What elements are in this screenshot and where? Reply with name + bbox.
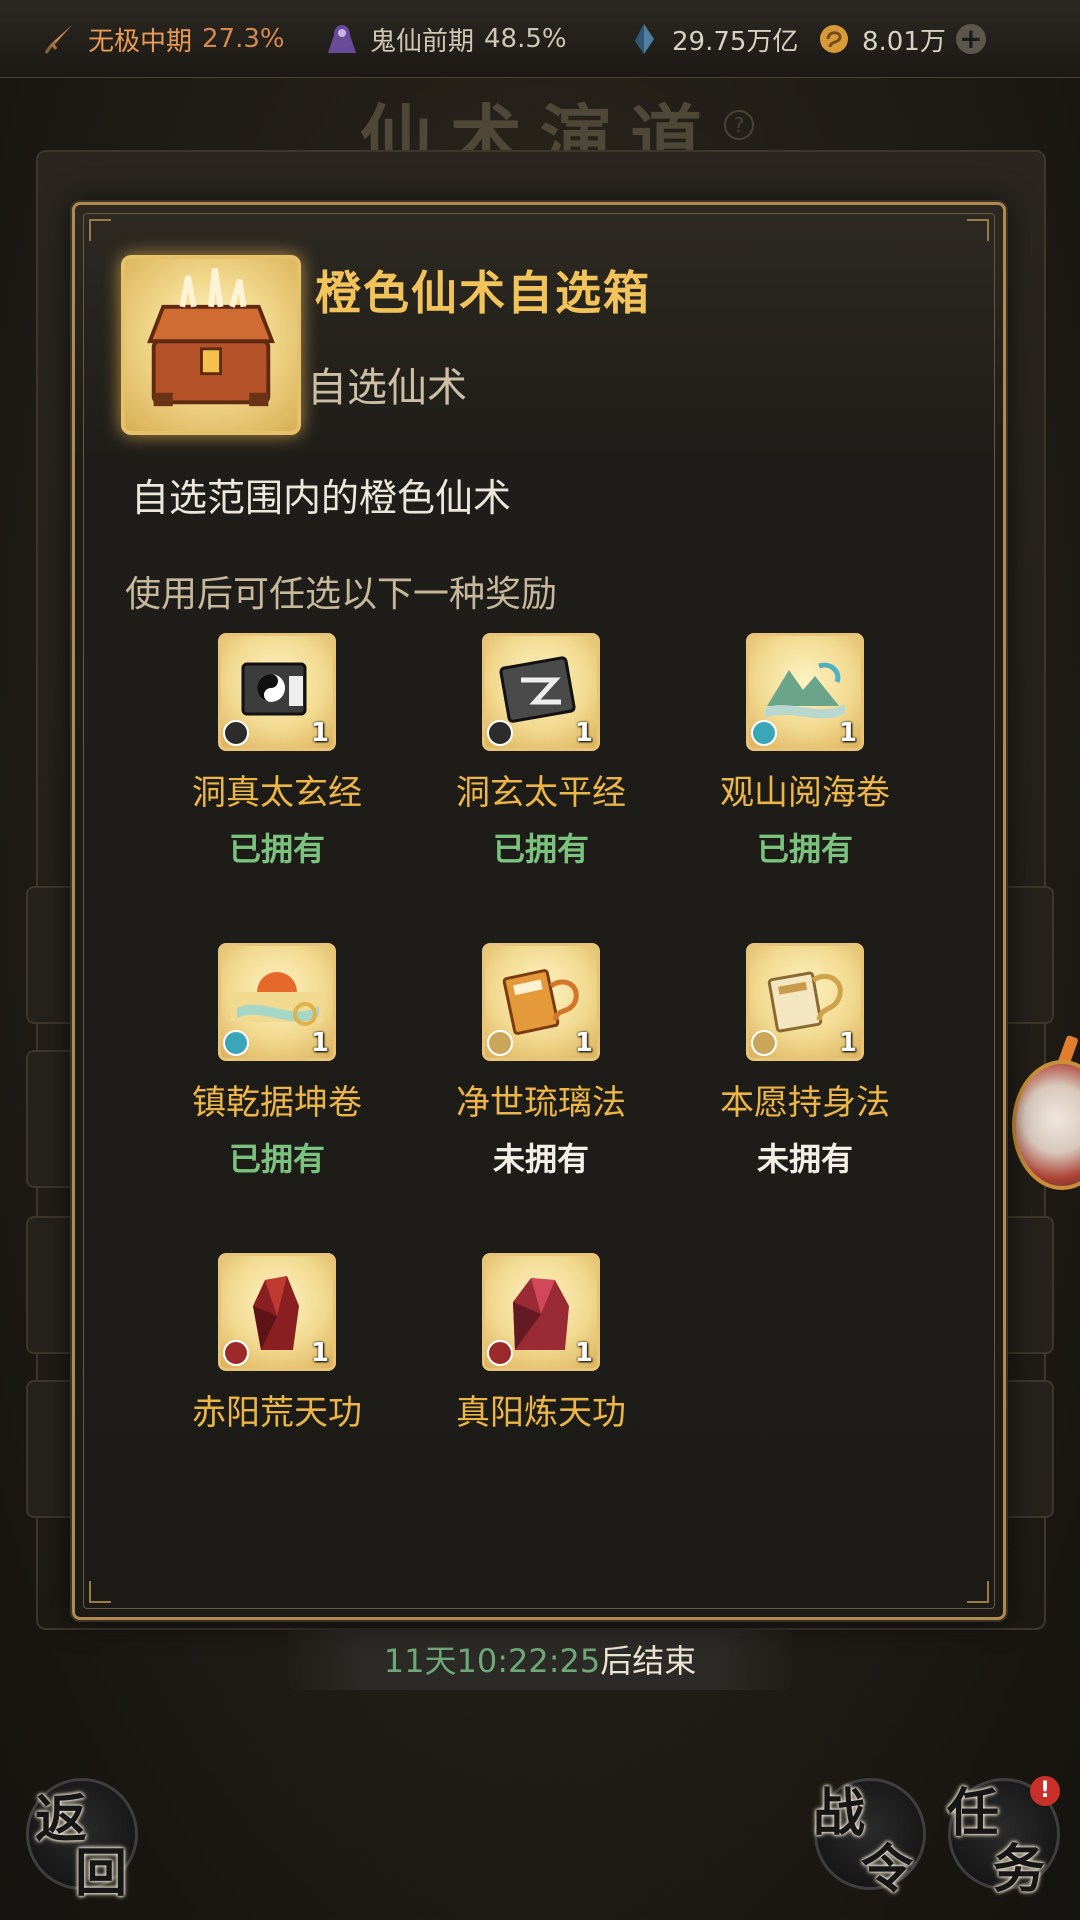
reward-option[interactable]: 1 镇乾据坤卷 已拥有 [167,943,387,1180]
element-badge [751,720,777,746]
reward-quantity: 1 [310,718,329,748]
reward-option[interactable]: 1 观山阅海卷 已拥有 [695,633,915,870]
element-badge [223,1340,249,1366]
ghost-realm-name: 鬼仙前期 [370,26,475,57]
reward-quantity: 1 [574,718,593,748]
element-badge [487,1340,513,1366]
countdown-time: 11天10:22:25 [383,1642,601,1680]
reward-name: 本愿持身法 [720,1083,890,1123]
battle-pass-button[interactable]: 战 令 [813,1778,926,1900]
task-char-2: 务 [993,1839,1046,1900]
reward-status: 已拥有 [492,830,589,868]
back-char-2: 回 [75,1843,128,1904]
reward-option[interactable]: 1 真阳炼天功 [431,1253,651,1434]
reward-quantity: 1 [574,1338,593,1368]
element-badge [487,720,513,746]
gold-coin-amount: 8.01万 [862,26,946,57]
element-badge [751,1030,777,1056]
countdown-suffix: 后结束 [600,1642,697,1680]
ghost-figure-icon [328,25,356,53]
add-currency-button[interactable]: + [955,24,986,54]
reward-quantity: 1 [310,1338,329,1368]
reward-option[interactable]: 1 洞玄太平经 已拥有 [431,633,651,870]
reward-status: 未拥有 [492,1140,589,1178]
reward-status: 未拥有 [756,1140,853,1178]
top-status-bar: 无极中期 27.3% 鬼仙前期 48.5% 29.75万亿 8.01万 + [0,0,1080,78]
back-button[interactable]: 返 回 [26,1778,138,1904]
coin-icon [820,25,848,53]
reward-quantity: 1 [838,718,857,748]
task-char-1: 任 [947,1783,1000,1844]
realm-name: 无极中期 [88,26,193,57]
event-countdown: 11天10:22:25 后结束 [288,1628,792,1690]
reward-name: 真阳炼天功 [456,1393,626,1433]
cultivation-realm-stat[interactable]: 无极中期 27.3% [42,0,285,78]
item-detail-modal: 橙色仙术自选箱 自选仙术 自选范围内的橙色仙术 使用后可任选以下一种奖励 1 洞… [72,202,1006,1620]
task-alert-badge: ! [1030,1776,1060,1806]
taiji-book-icon: 1 [482,633,600,751]
spirit-stone-amount: 29.75万亿 [672,26,799,57]
reward-name: 观山阅海卷 [720,773,890,813]
reward-hint: 使用后可任选以下一种奖励 [125,574,558,615]
lotus-book-icon: 1 [746,943,864,1061]
item-description: 自选范围内的橙色仙术 [131,476,512,520]
element-badge [223,720,249,746]
reward-quantity: 1 [310,1028,329,1058]
lotus-book-icon: 1 [482,943,600,1061]
mountain-scroll-icon: 1 [746,633,864,751]
help-button[interactable]: ? [724,110,754,140]
reward-quantity: 1 [838,1028,857,1058]
pass-char-1: 战 [813,1783,866,1844]
corner-ornament [967,1581,989,1603]
spirit-stone-stat[interactable]: 29.75万亿 [626,0,798,78]
red-crystal-icon: 1 [482,1253,600,1371]
reward-name: 镇乾据坤卷 [192,1083,362,1123]
gold-coin-stat[interactable]: 8.01万 + [816,0,986,78]
corner-ornament [89,1581,111,1603]
taiji-book-icon: 1 [218,633,336,751]
reward-name: 洞真太玄经 [192,773,362,813]
item-type: 自选仙术 [307,365,467,411]
reward-name: 赤阳荒天功 [192,1393,362,1433]
pass-char-2: 令 [861,1839,914,1900]
reward-option[interactable]: 1 净世琉璃法 未拥有 [431,943,651,1180]
reward-option[interactable]: 1 赤阳荒天功 [167,1253,387,1434]
element-badge [223,1030,249,1056]
reward-name: 净世琉璃法 [456,1083,626,1123]
ghost-realm-percent: 48.5% [484,24,567,54]
treasure-chest-icon [121,255,301,435]
element-badge [487,1030,513,1056]
reward-status: 已拥有 [228,1140,325,1178]
sun-scroll-icon: 1 [218,943,336,1061]
reward-option[interactable]: 1 洞真太玄经 已拥有 [167,633,387,870]
sword-icon [44,25,72,54]
reward-option[interactable]: 1 本愿持身法 未拥有 [695,943,915,1180]
reward-name: 洞玄太平经 [456,773,626,813]
crystal-icon [635,24,654,54]
realm-percent: 27.3% [202,24,285,54]
reward-status: 已拥有 [228,830,325,868]
reward-status: 已拥有 [756,830,853,868]
corner-ornament [967,219,989,241]
item-title: 橙色仙术自选箱 [315,266,651,320]
red-crystal-icon: 1 [218,1253,336,1371]
ghost-realm-stat[interactable]: 鬼仙前期 48.5% [324,0,567,78]
reward-quantity: 1 [574,1028,593,1058]
corner-ornament [89,219,111,241]
